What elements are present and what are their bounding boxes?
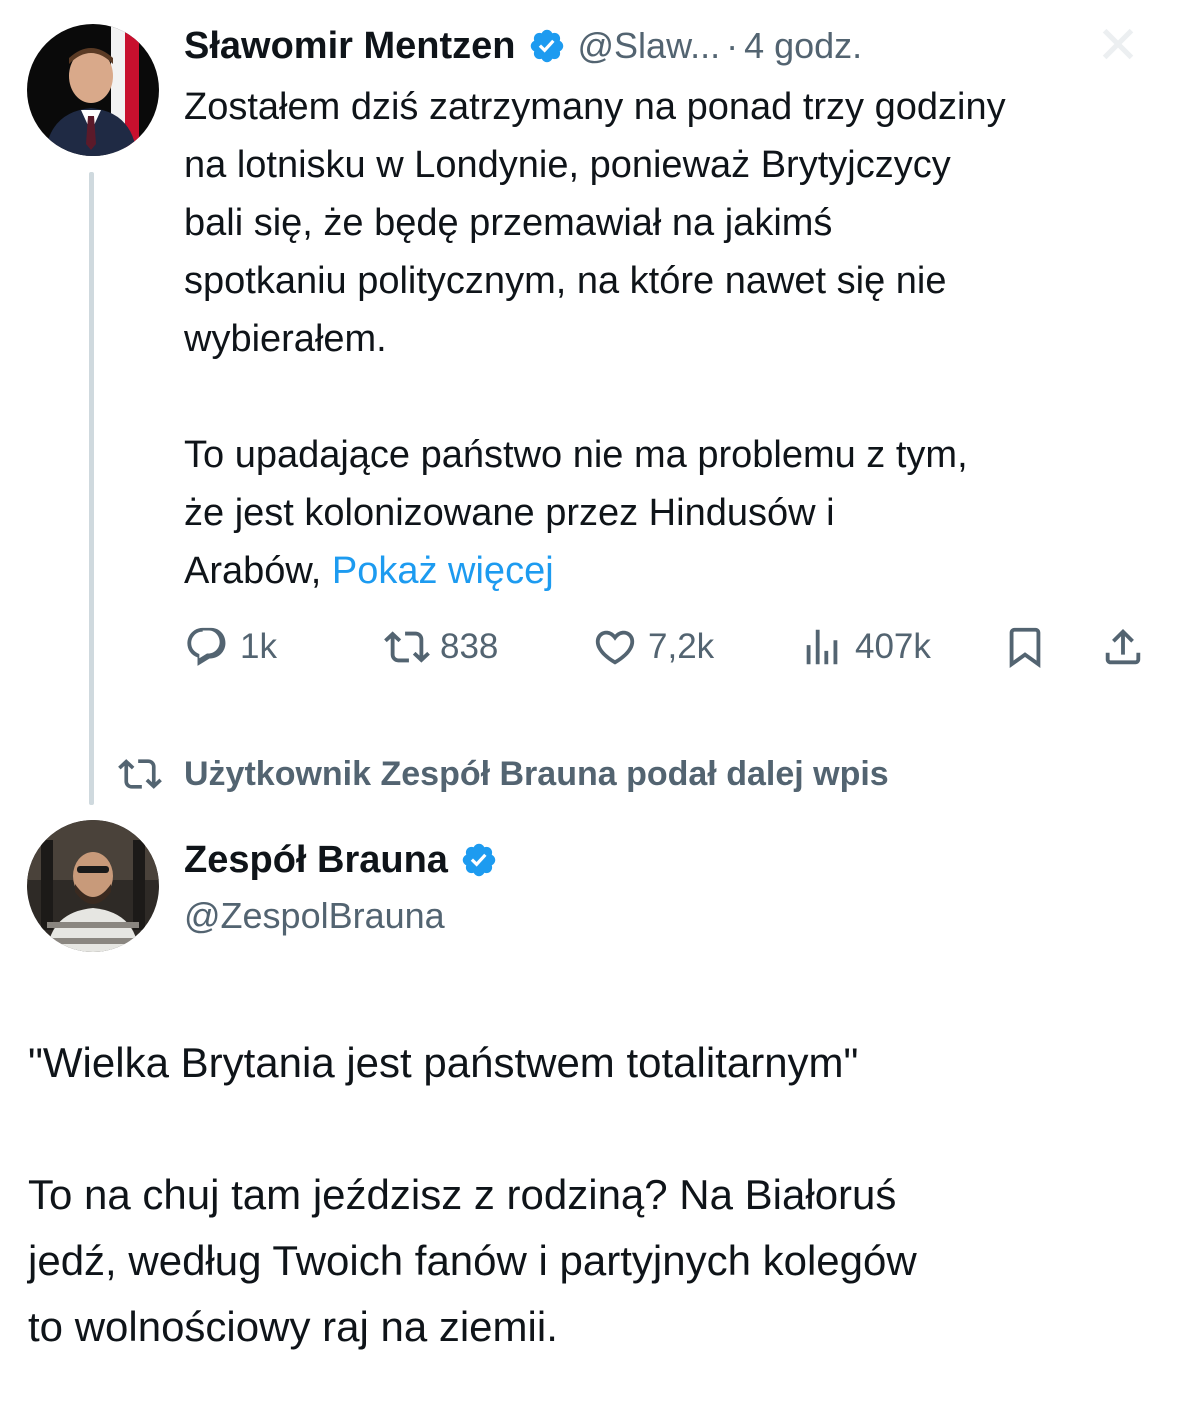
retweet-icon — [118, 759, 162, 789]
reply-icon — [187, 627, 226, 666]
like-button[interactable]: 7,2k — [592, 612, 714, 682]
quote-author-handle[interactable]: @ZespolBrauna — [184, 890, 445, 942]
retweet-note-text[interactable]: Użytkownik Zespół Brauna podał dalej wpi… — [184, 755, 889, 794]
bookmark-icon — [1009, 627, 1041, 668]
author-name[interactable]: Sławomir Mentzen — [184, 25, 516, 68]
tweet-time[interactable]: 4 godz. — [744, 25, 862, 67]
share-icon — [1105, 628, 1141, 665]
tweet-body: Zostałem dziś zatrzymany na ponad trzy g… — [184, 86, 1006, 592]
retweet-button[interactable]: 838 — [384, 612, 498, 682]
close-icon[interactable]: ✕ — [1090, 18, 1146, 74]
retweet-count: 838 — [440, 627, 499, 666]
retweet-icon — [384, 631, 430, 663]
quote-header: Zespół Brauna — [184, 832, 498, 888]
tweet-actions: 1k 838 7,2k 407k — [184, 612, 1149, 682]
thread-line — [89, 172, 94, 805]
tweet-header: Sławomir Mentzen @Slaw... · 4 godz. — [184, 18, 862, 74]
bookmark-button[interactable] — [1002, 612, 1048, 682]
views-icon — [806, 629, 838, 665]
heart-icon — [595, 630, 635, 665]
share-button[interactable] — [1100, 612, 1146, 682]
separator-dot: · — [726, 25, 739, 66]
tweet-text: Zostałem dziś zatrzymany na ponad trzy g… — [184, 78, 1164, 600]
author-avatar[interactable] — [27, 24, 159, 156]
reply-button[interactable]: 1k — [184, 612, 277, 682]
author-handle[interactable]: @Slaw... — [578, 25, 721, 67]
views-count: 407k — [855, 627, 931, 666]
verified-badge-icon — [460, 841, 498, 879]
reply-count: 1k — [240, 627, 277, 666]
show-more-link[interactable]: Pokaż więcej — [332, 550, 554, 592]
verified-badge-icon — [528, 27, 566, 65]
views-button[interactable]: 407k — [799, 612, 931, 682]
quote-text: "Wielka Brytania jest państwem totalitar… — [28, 1039, 917, 1350]
like-count: 7,2k — [648, 627, 715, 666]
quote-author-name[interactable]: Zespół Brauna — [184, 839, 448, 882]
retweet-note: Użytkownik Zespół Brauna podał dalej wpi… — [118, 746, 889, 802]
quote-author-avatar[interactable] — [27, 820, 159, 952]
